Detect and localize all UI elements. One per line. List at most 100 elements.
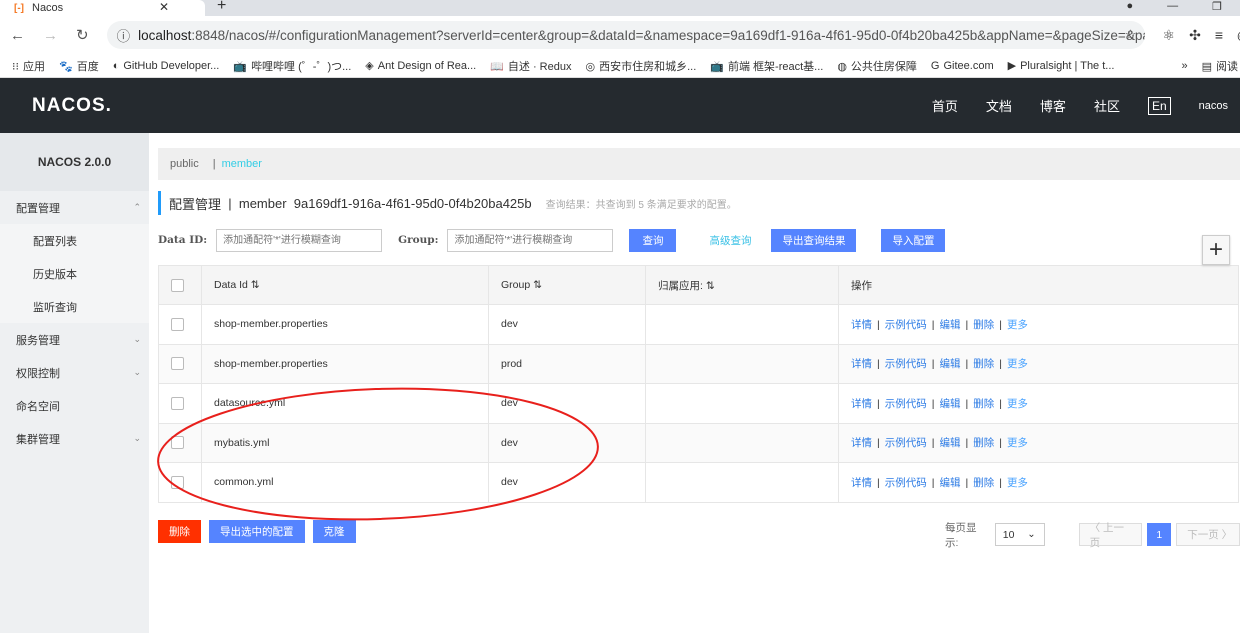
- user-menu[interactable]: nacos: [1199, 100, 1228, 112]
- op-link[interactable]: 编辑: [939, 358, 960, 370]
- minimize-icon[interactable]: —: [1167, 0, 1178, 13]
- bookmarks-more-button[interactable]: »: [1181, 60, 1187, 72]
- bookmark-item[interactable]: ◐ GitHub Developer...: [113, 60, 220, 72]
- next-page-button[interactable]: 下一页 〉: [1176, 523, 1240, 546]
- op-link[interactable]: 编辑: [939, 319, 960, 331]
- op-link[interactable]: 编辑: [939, 398, 960, 410]
- browser-tab[interactable]: [-] Nacos ✕: [0, 0, 205, 16]
- op-link[interactable]: 更多: [1007, 319, 1028, 331]
- nav-item[interactable]: 文档: [986, 96, 1012, 115]
- namespace-public-link[interactable]: public: [170, 158, 199, 170]
- sort-icon[interactable]: ⇅: [533, 279, 542, 291]
- url-input[interactable]: ⓘ localhost:8848/nacos/#/configurationMan…: [106, 21, 1145, 49]
- chevron-icon: ⌃: [133, 202, 141, 212]
- op-link[interactable]: 详情: [851, 477, 872, 489]
- row-checkbox[interactable]: [171, 396, 184, 410]
- sort-icon[interactable]: ⇅: [706, 280, 715, 292]
- op-link[interactable]: 更多: [1007, 398, 1028, 410]
- nav-item[interactable]: 社区: [1094, 96, 1120, 115]
- sidebar-item[interactable]: 监听查询: [0, 290, 149, 323]
- row-checkbox[interactable]: [171, 357, 184, 371]
- advanced-query-link[interactable]: 高级查询: [709, 233, 751, 248]
- sidebar-item[interactable]: 配置列表: [0, 224, 149, 257]
- back-icon[interactable]: ←: [10, 27, 25, 44]
- sidebar-item[interactable]: 配置管理 ⌃: [0, 191, 149, 224]
- group-input[interactable]: [447, 228, 614, 252]
- new-tab-icon[interactable]: +: [217, 0, 226, 15]
- op-link[interactable]: 示例代码: [885, 437, 927, 449]
- select-all-checkbox[interactable]: [171, 278, 184, 292]
- bookmark-favicon-icon: ◍: [837, 60, 847, 73]
- page-1-button[interactable]: 1: [1147, 523, 1172, 546]
- op-link[interactable]: 详情: [851, 358, 872, 370]
- op-link[interactable]: 示例代码: [885, 477, 927, 489]
- op-link[interactable]: 删除: [973, 398, 994, 410]
- sort-icon[interactable]: ⇅: [251, 279, 260, 291]
- reload-icon[interactable]: ↻: [76, 26, 89, 44]
- op-link[interactable]: 删除: [973, 319, 994, 331]
- row-checkbox[interactable]: [171, 317, 184, 331]
- bookmark-item[interactable]: 📖 自述 · Redux: [490, 58, 571, 74]
- row-checkbox[interactable]: [171, 475, 184, 489]
- sidebar-item[interactable]: 命名空间: [0, 389, 149, 422]
- close-tab-icon[interactable]: ✕: [159, 0, 169, 14]
- bookmark-item[interactable]: ◎ 西安市住房和城乡...: [585, 58, 696, 74]
- reading-list-button[interactable]: ▤ 阅读: [1202, 58, 1238, 74]
- nacos-favicon-icon: [-]: [14, 2, 24, 14]
- media-icon[interactable]: ≡: [1215, 27, 1223, 44]
- sidebar-item[interactable]: 权限控制 ⌄: [0, 356, 149, 389]
- col-data-id[interactable]: Data Id ⇅: [201, 265, 489, 305]
- op-link[interactable]: 更多: [1007, 358, 1028, 370]
- bookmark-item[interactable]: ▶ Pluralsight | The t...: [1008, 59, 1115, 72]
- export-selected-button[interactable]: 导出选中的配置: [209, 519, 305, 543]
- bookmark-item[interactable]: 📺 前端 框架-react基...: [710, 58, 823, 74]
- import-config-button[interactable]: 导入配置: [881, 228, 946, 252]
- page-size-select[interactable]: 10 ⌄: [994, 523, 1045, 546]
- op-link[interactable]: 详情: [851, 319, 872, 331]
- delete-button[interactable]: 删除: [158, 519, 201, 543]
- bookmark-item[interactable]: ⁝⁝ 应用: [12, 58, 45, 74]
- export-results-button[interactable]: 导出查询结果: [771, 228, 857, 252]
- react-devtools-icon[interactable]: ⚛: [1163, 27, 1176, 44]
- namespace-member-link[interactable]: member: [222, 158, 262, 170]
- op-link[interactable]: 详情: [851, 398, 872, 410]
- op-link[interactable]: 删除: [973, 358, 994, 370]
- query-button[interactable]: 查询: [629, 228, 677, 252]
- bookmark-favicon-icon: ◈: [365, 60, 374, 72]
- nav-item[interactable]: 博客: [1040, 96, 1066, 115]
- language-toggle[interactable]: En: [1147, 96, 1171, 115]
- op-link[interactable]: 编辑: [939, 477, 960, 489]
- sidebar-item[interactable]: 历史版本: [0, 257, 149, 290]
- prev-page-button[interactable]: 〈 上一页: [1078, 522, 1143, 549]
- op-link[interactable]: 删除: [973, 477, 994, 489]
- col-app[interactable]: 归属应用: ⇅: [645, 265, 839, 305]
- bookmark-item[interactable]: 🐾 百度: [59, 58, 99, 74]
- forward-icon[interactable]: →: [43, 27, 58, 44]
- sidebar-item[interactable]: 集群管理 ⌄: [0, 422, 149, 455]
- nav-item[interactable]: 首页: [932, 96, 958, 115]
- extensions-icon[interactable]: ✣: [1189, 27, 1201, 44]
- op-link[interactable]: 示例代码: [885, 319, 927, 331]
- bookmark-item[interactable]: 📺 哔哩哔哩 (゜-゜)つ...: [233, 58, 351, 74]
- sidebar-item[interactable]: 服务管理 ⌄: [0, 323, 149, 356]
- data-id-input[interactable]: [216, 228, 383, 252]
- op-link[interactable]: 示例代码: [885, 398, 927, 410]
- op-link[interactable]: 详情: [851, 437, 872, 449]
- clone-button[interactable]: 克隆: [312, 519, 356, 543]
- add-config-button[interactable]: +: [1202, 235, 1230, 265]
- op-link[interactable]: 编辑: [939, 437, 960, 449]
- op-link[interactable]: 更多: [1007, 477, 1028, 489]
- op-link[interactable]: 删除: [973, 437, 994, 449]
- col-group[interactable]: Group ⇅: [488, 265, 646, 305]
- bookmark-star-icon[interactable]: ☆: [1124, 27, 1136, 43]
- op-link[interactable]: 更多: [1007, 437, 1028, 449]
- bookmark-item[interactable]: ◍ 公共住房保障: [837, 58, 917, 74]
- col-actions: 操作: [838, 265, 1239, 305]
- bookmark-item[interactable]: G Gitee.com: [931, 60, 994, 72]
- profile-menu-icon[interactable]: ●: [1126, 0, 1133, 13]
- bookmark-item[interactable]: ◈ Ant Design of Rea...: [365, 59, 476, 72]
- row-checkbox[interactable]: [171, 436, 184, 450]
- nacos-logo[interactable]: NACOS.: [32, 95, 112, 117]
- op-link[interactable]: 示例代码: [885, 358, 927, 370]
- restore-icon[interactable]: ❐: [1212, 0, 1222, 13]
